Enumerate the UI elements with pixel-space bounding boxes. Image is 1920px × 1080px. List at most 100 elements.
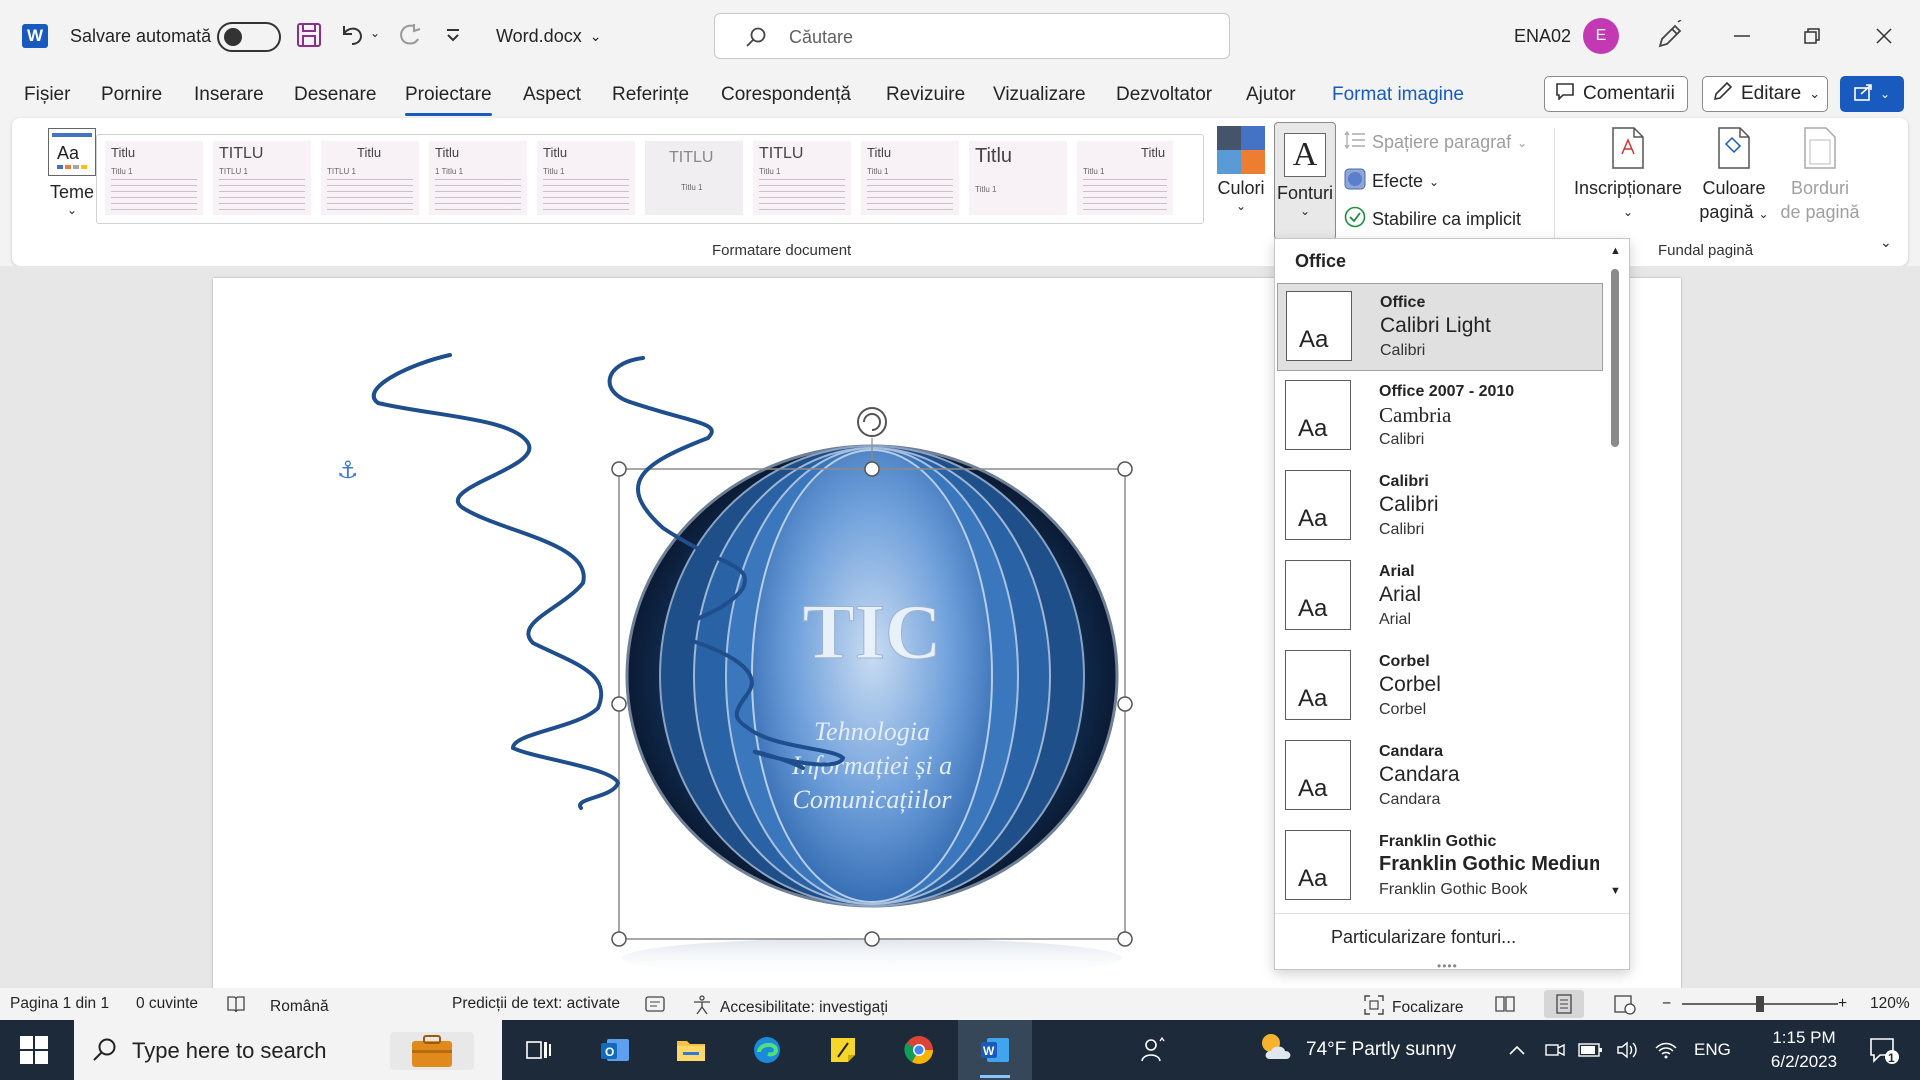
page-borders-button[interactable]: Borduri de pagină: [1780, 126, 1860, 224]
font-option-office[interactable]: Aa Office Calibri Light Calibri: [1277, 283, 1603, 371]
tab-design[interactable]: Proiectare: [405, 84, 492, 116]
chrome-browser-icon[interactable]: [882, 1020, 956, 1080]
watermark-button[interactable]: Inscripționare ⌄: [1570, 126, 1686, 224]
tab-view[interactable]: Vizualizare: [993, 84, 1086, 106]
close-button[interactable]: [1864, 18, 1904, 54]
share-button[interactable]: ⌄: [1840, 76, 1904, 112]
style-option[interactable]: Titlu Titlu 1: [969, 141, 1067, 215]
input-language[interactable]: ENG: [1694, 1020, 1731, 1080]
volume-icon[interactable]: [1616, 1020, 1640, 1080]
font-option-corbel[interactable]: Aa Corbel Corbel Corbel: [1277, 643, 1603, 731]
edge-browser-icon[interactable]: [730, 1020, 804, 1080]
zoom-slider-thumb[interactable]: [1756, 996, 1764, 1012]
autosave-toggle[interactable]: [217, 22, 281, 52]
search-box[interactable]: Căutare: [714, 13, 1230, 59]
style-option[interactable]: Titlu Titlu 1: [105, 141, 203, 215]
tab-references[interactable]: Referințe: [612, 84, 689, 106]
word-taskbar-icon[interactable]: W: [958, 1020, 1032, 1080]
track-changes-icon[interactable]: [644, 995, 666, 1013]
tab-draw[interactable]: Desenare: [294, 84, 376, 106]
zoom-level[interactable]: 120%: [1870, 995, 1910, 1013]
people-search-icon[interactable]: [1116, 1020, 1190, 1080]
outlook-icon[interactable]: O: [578, 1020, 652, 1080]
file-explorer-icon[interactable]: [654, 1020, 728, 1080]
scroll-down-icon[interactable]: ▼: [1610, 885, 1621, 897]
colors-button[interactable]: Culori ⌄: [1210, 126, 1272, 238]
customize-toolbar-icon[interactable]: [444, 24, 462, 46]
undo-icon[interactable]: [338, 22, 366, 48]
page-count[interactable]: Pagina 1 din 1: [10, 995, 109, 1013]
accessibility-status[interactable]: Accesibilitate: investigați: [692, 995, 888, 1020]
wifi-icon[interactable]: [1654, 1020, 1678, 1080]
style-option[interactable]: Titlu Titlu 1: [537, 141, 635, 215]
share-icon: [1854, 83, 1874, 106]
tab-home[interactable]: Pornire: [101, 84, 162, 106]
avatar[interactable]: E: [1583, 18, 1619, 54]
font-option-candara[interactable]: Aa Candara Candara Candara: [1277, 733, 1603, 821]
tab-insert[interactable]: Inserare: [194, 84, 264, 106]
web-layout-icon[interactable]: [1614, 995, 1636, 1015]
tab-picture-format[interactable]: Format imagine: [1332, 84, 1464, 106]
collapse-ribbon-icon[interactable]: ⌄: [1880, 234, 1892, 251]
style-option[interactable]: TITLU TITLU 1: [213, 141, 311, 215]
tab-layout[interactable]: Aspect: [523, 84, 581, 106]
set-as-default-button[interactable]: Stabilire ca implicit: [1344, 206, 1521, 233]
style-option[interactable]: Titlu 1 Titlu 1: [429, 141, 527, 215]
style-option[interactable]: Titlu Titlu 1: [861, 141, 959, 215]
themes-icon: Aa: [48, 128, 96, 176]
restore-button[interactable]: [1792, 18, 1832, 54]
print-layout-icon[interactable]: [1544, 990, 1584, 1018]
style-option[interactable]: Titlu Titlu 1: [1077, 141, 1173, 215]
chevron-down-icon: ⌄: [1299, 204, 1311, 218]
scrollbar-thumb[interactable]: [1611, 269, 1619, 447]
sticky-notes-icon[interactable]: [806, 1020, 880, 1080]
style-option[interactable]: TITLU Titlu 1: [645, 141, 743, 215]
page-color-button[interactable]: Culoare pagină ⌄: [1696, 126, 1772, 226]
undo-dropdown-icon[interactable]: ⌄: [370, 26, 380, 40]
windows-start-icon[interactable]: [20, 1036, 48, 1064]
notifications-icon[interactable]: 1: [1868, 1020, 1900, 1080]
resize-grip-icon[interactable]: ••••: [1437, 959, 1458, 973]
weather-widget[interactable]: 74°F Partly sunny: [1256, 1020, 1456, 1080]
document-title[interactable]: Word.docx ⌄: [496, 24, 601, 48]
tic-logo-image[interactable]: [622, 444, 1122, 978]
zoom-in-button[interactable]: +: [1838, 995, 1847, 1013]
comments-button[interactable]: Comentarii: [1544, 76, 1688, 112]
tab-file[interactable]: Fișier: [24, 84, 70, 106]
task-view-icon[interactable]: [502, 1020, 576, 1080]
tab-mailings[interactable]: Corespondență: [721, 84, 851, 106]
rotate-handle-icon[interactable]: [857, 407, 887, 437]
clock[interactable]: 1:15 PM 6/2/2023: [1752, 1020, 1856, 1080]
meet-now-icon[interactable]: [1544, 1020, 1566, 1080]
effects-button[interactable]: Efecte ⌄: [1344, 168, 1439, 195]
save-icon[interactable]: [296, 22, 322, 48]
font-option-calibri[interactable]: Aa Calibri Calibri Calibri: [1277, 463, 1603, 551]
taskbar-search[interactable]: Type here to search: [74, 1020, 502, 1080]
minimize-button[interactable]: [1722, 18, 1762, 54]
read-mode-icon[interactable]: [1494, 995, 1516, 1013]
zoom-out-button[interactable]: −: [1662, 995, 1671, 1013]
text-predictions[interactable]: Predicții de text: activate: [452, 995, 620, 1013]
focus-mode-button[interactable]: Focalizare: [1364, 995, 1464, 1020]
pen-icon[interactable]: [1656, 20, 1684, 50]
tab-developer[interactable]: Dezvoltator: [1116, 84, 1212, 106]
show-hidden-icons[interactable]: [1508, 1020, 1526, 1080]
editing-mode-button[interactable]: Editare ⌄: [1702, 76, 1828, 112]
battery-icon[interactable]: [1578, 1020, 1604, 1080]
paragraph-spacing-button[interactable]: Spațiere paragraf ⌄: [1344, 130, 1527, 155]
scroll-up-icon[interactable]: ▲: [1610, 245, 1621, 257]
user-name[interactable]: ENA02: [1514, 24, 1571, 48]
document-style-gallery[interactable]: Titlu Titlu 1 TITLU TITLU 1 Titlu TITLU 1 T…: [96, 134, 1289, 224]
redo-icon[interactable]: [396, 22, 424, 48]
customize-fonts-link[interactable]: Particularizare fonturi...: [1331, 927, 1516, 948]
font-option-franklin-gothic[interactable]: Aa Franklin Gothic Franklin Gothic Mediu…: [1277, 823, 1603, 911]
style-option[interactable]: Titlu TITLU 1: [321, 141, 419, 215]
word-count[interactable]: 0 cuvinte: [136, 995, 198, 1013]
tab-review[interactable]: Revizuire: [886, 84, 965, 106]
proofing-language[interactable]: Română: [226, 995, 329, 1018]
font-option-arial[interactable]: Aa Arial Arial Arial: [1277, 553, 1603, 641]
fonts-button[interactable]: A Fonturi ⌄: [1274, 122, 1336, 240]
tab-help[interactable]: Ajutor: [1246, 84, 1296, 106]
font-option-office-2007[interactable]: Aa Office 2007 - 2010 Cambria Calibri: [1277, 373, 1603, 461]
style-option[interactable]: TITLU Titlu 1: [753, 141, 851, 215]
